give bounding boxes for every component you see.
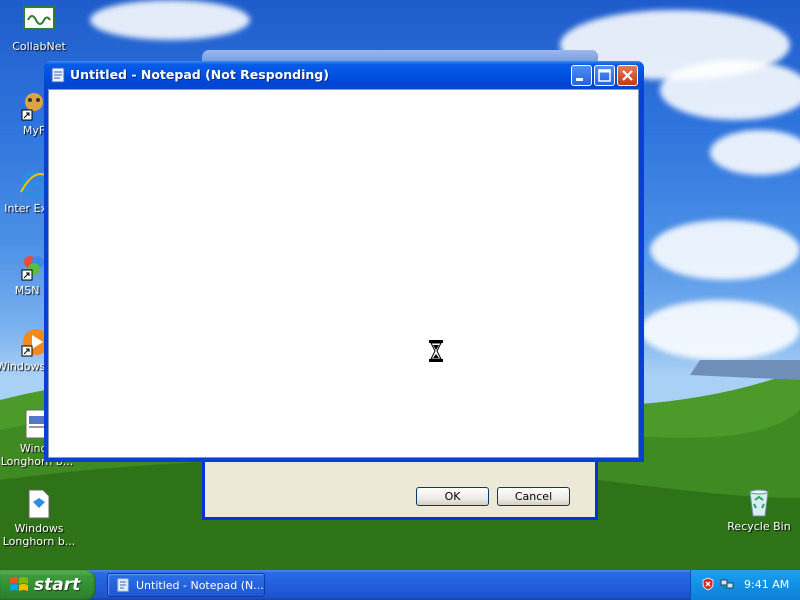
clock[interactable]: 9:41 AM	[744, 578, 789, 591]
desktop-icon-label: Windows Longhorn b...	[2, 522, 76, 548]
window-titlebar[interactable]: Untitled - Notepad (Not Responding)	[44, 61, 644, 89]
wallpaper-cloud	[90, 0, 250, 40]
ok-button[interactable]: OK	[416, 487, 489, 506]
desktop-icon-longhorn-2[interactable]: Windows Longhorn b...	[1, 488, 77, 548]
wallpaper-cloud	[640, 300, 800, 360]
cancel-button[interactable]: Cancel	[497, 487, 570, 506]
desktop[interactable]: CollabNet MyF Inter Explo MSN In Windows…	[0, 0, 800, 570]
wallpaper-cloud	[710, 130, 800, 175]
taskbar-item-notepad[interactable]: Untitled - Notepad (N...	[107, 573, 265, 597]
notepad-icon	[51, 67, 65, 83]
taskbar: start Untitled - Notepad (N... 9:41 AM	[0, 570, 800, 600]
maximize-icon	[598, 69, 611, 82]
start-label: start	[34, 575, 81, 595]
window-title: Untitled - Notepad (Not Responding)	[70, 67, 329, 82]
minimize-icon	[576, 78, 583, 81]
close-button[interactable]	[617, 65, 638, 86]
start-button[interactable]: start	[0, 570, 96, 600]
notepad-window[interactable]: Untitled - Notepad (Not Responding)	[44, 61, 644, 462]
windows-logo-icon	[10, 577, 28, 591]
desktop-icon-collabnet[interactable]: CollabNet	[1, 6, 77, 53]
maximize-button[interactable]	[594, 65, 615, 86]
collabnet-icon	[23, 6, 55, 38]
wallpaper-cloud	[650, 220, 800, 280]
notepad-text-area[interactable]	[48, 89, 639, 458]
wallpaper-cloud	[660, 60, 800, 120]
desktop-icon-label: CollabNet	[12, 40, 66, 53]
recycle-bin-icon	[743, 486, 775, 518]
security-shield-icon[interactable]	[701, 577, 715, 591]
minimize-button[interactable]	[571, 65, 592, 86]
longhorn-file-icon	[23, 488, 55, 520]
desktop-icon-label: Recycle Bin	[727, 520, 791, 533]
system-tray: 9:41 AM	[690, 570, 800, 600]
notepad-icon	[117, 578, 129, 592]
desktop-icon-recycle-bin[interactable]: Recycle Bin	[721, 486, 797, 533]
network-icon[interactable]	[720, 577, 734, 591]
hourglass-icon	[429, 340, 443, 362]
taskbar-item-label: Untitled - Notepad (N...	[136, 579, 264, 592]
close-icon	[622, 70, 633, 81]
